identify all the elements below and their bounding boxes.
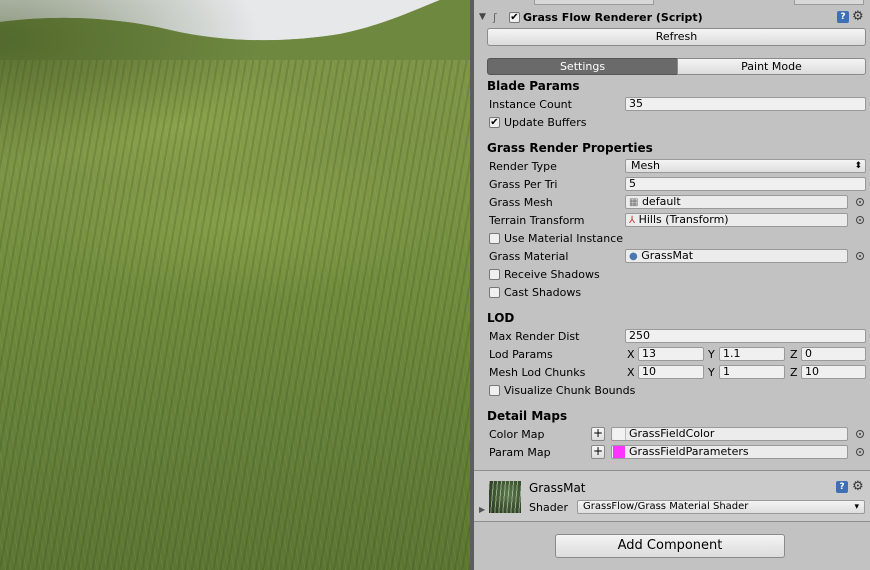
render-type-value: Mesh xyxy=(631,159,660,172)
render-type-dropdown[interactable]: Mesh ⬍ xyxy=(625,159,866,173)
foldout-arrow-icon[interactable]: ▼ xyxy=(479,12,486,22)
tab-paint-mode[interactable]: Paint Mode xyxy=(677,58,866,75)
color-map-field[interactable]: GrassFieldColor xyxy=(611,427,848,441)
camera-view-icon[interactable]: ◁ xyxy=(382,0,390,8)
material-name: GrassMat xyxy=(529,481,586,495)
transform-icon: ⅄ xyxy=(629,215,636,226)
section-header-render-properties: Grass Render Properties xyxy=(487,141,653,155)
section-header-blade-params: Blade Params xyxy=(487,79,580,93)
object-picker-icon[interactable] xyxy=(856,216,864,224)
param-map-swatch xyxy=(613,446,625,458)
gear-icon[interactable]: ⚙ xyxy=(852,9,864,24)
grass-mesh-label: Grass Mesh xyxy=(489,196,553,209)
visualize-chunk-bounds-checkbox[interactable] xyxy=(489,385,500,396)
terrain-transform-label: Terrain Transform xyxy=(489,214,585,227)
grass-per-tri-field[interactable]: 5 xyxy=(625,177,866,191)
object-picker-icon[interactable] xyxy=(856,430,864,438)
shader-label: Shader xyxy=(529,501,568,514)
material-header: ▶ GrassMat Shader GrassFlow/Grass Materi… xyxy=(474,471,870,521)
instance-count-label: Instance Count xyxy=(489,98,572,111)
lod-params-x-field[interactable]: 13 xyxy=(638,347,704,361)
material-preview-thumbnail xyxy=(489,481,521,513)
help-icon[interactable]: ? xyxy=(836,481,848,493)
tab-settings[interactable]: Settings xyxy=(487,58,678,75)
terrain-transform-field[interactable]: ⅄ Hills (Transform) xyxy=(625,213,848,227)
inspector-panel: ▼ ʃ ✔ Grass Flow Renderer (Script) ? ⚙ R… xyxy=(474,0,870,570)
object-picker-icon[interactable] xyxy=(856,448,864,456)
terrain-transform-value: Hills (Transform) xyxy=(638,213,729,226)
color-map-label: Color Map xyxy=(489,428,545,441)
mesh-lod-chunks-x-field[interactable]: 10 xyxy=(638,365,704,379)
perspective-label[interactable]: Persp xyxy=(393,0,423,9)
render-type-label: Render Type xyxy=(489,160,557,173)
color-map-add-button[interactable]: + xyxy=(591,427,605,441)
update-buffers-label: Update Buffers xyxy=(504,116,587,129)
shader-value: GrassFlow/Grass Material Shader xyxy=(583,501,749,512)
instance-count-field[interactable]: 35 xyxy=(625,97,866,111)
mesh-lod-chunks-label: Mesh Lod Chunks xyxy=(489,366,586,379)
mesh-lod-chunks-y-axis-label: Y xyxy=(708,366,715,379)
material-icon: ● xyxy=(629,251,638,262)
lod-params-y-field[interactable]: 1.1 xyxy=(719,347,785,361)
param-map-value: GrassFieldParameters xyxy=(629,445,749,458)
dropdown-arrow-icon: ⬍ xyxy=(854,161,862,171)
mesh-lod-chunks-x-axis-label: X xyxy=(627,366,635,379)
object-picker-icon[interactable] xyxy=(856,198,864,206)
visualize-chunk-bounds-label: Visualize Chunk Bounds xyxy=(504,384,636,397)
lod-params-y-axis-label: Y xyxy=(708,348,715,361)
dropdown-arrow-icon: ▾ xyxy=(854,502,859,512)
gear-icon[interactable]: ⚙ xyxy=(852,479,864,494)
component-enabled-checkbox[interactable]: ✔ xyxy=(509,12,520,23)
color-map-value: GrassFieldColor xyxy=(629,427,715,440)
previous-component-footer xyxy=(534,0,654,5)
receive-shadows-label: Receive Shadows xyxy=(504,268,600,281)
mesh-lod-chunks-z-axis-label: Z xyxy=(790,366,798,379)
lod-params-z-axis-label: Z xyxy=(790,348,798,361)
section-header-detail-maps: Detail Maps xyxy=(487,409,568,423)
shader-dropdown[interactable]: GrassFlow/Grass Material Shader ▾ xyxy=(577,500,865,514)
component-title: Grass Flow Renderer (Script) xyxy=(523,11,703,24)
update-buffers-checkbox[interactable]: ✔ xyxy=(489,117,500,128)
mesh-lod-chunks-z-field[interactable]: 10 xyxy=(801,365,866,379)
grass-mesh-value: default xyxy=(641,195,681,208)
grass-material-label: Grass Material xyxy=(489,250,569,263)
lod-params-x-axis-label: X xyxy=(627,348,635,361)
grass-material-field[interactable]: ● GrassMat xyxy=(625,249,848,263)
max-render-dist-label: Max Render Dist xyxy=(489,330,580,343)
add-component-button[interactable]: Add Component xyxy=(555,534,785,558)
material-divider xyxy=(474,521,870,522)
mesh-icon: ▦ xyxy=(629,197,639,208)
object-picker-icon[interactable] xyxy=(856,252,864,260)
scene-view[interactable]: ◁ Persp xyxy=(0,0,470,570)
expand-arrow-icon[interactable]: ▶ xyxy=(479,505,485,514)
cast-shadows-label: Cast Shadows xyxy=(504,286,582,299)
refresh-button[interactable]: Refresh xyxy=(487,28,866,46)
script-icon: ʃ xyxy=(493,11,497,24)
previous-component-footer-right xyxy=(794,0,864,5)
grass-per-tri-label: Grass Per Tri xyxy=(489,178,558,191)
color-map-swatch xyxy=(613,428,626,440)
mesh-lod-chunks-y-field[interactable]: 1 xyxy=(719,365,785,379)
max-render-dist-field[interactable]: 250 xyxy=(625,329,866,343)
grass-mesh-field[interactable]: ▦ default xyxy=(625,195,848,209)
cast-shadows-checkbox[interactable] xyxy=(489,287,500,298)
hill-shadow xyxy=(0,0,470,570)
receive-shadows-checkbox[interactable] xyxy=(489,269,500,280)
lod-params-label: Lod Params xyxy=(489,348,553,361)
section-header-lod: LOD xyxy=(487,311,515,325)
help-icon[interactable]: ? xyxy=(837,11,849,23)
param-map-add-button[interactable]: + xyxy=(591,445,605,459)
param-map-field[interactable]: GrassFieldParameters xyxy=(611,445,848,459)
use-material-instance-label: Use Material Instance xyxy=(504,232,624,245)
use-material-instance-checkbox[interactable] xyxy=(489,233,500,244)
param-map-label: Param Map xyxy=(489,446,551,459)
lod-params-z-field[interactable]: 0 xyxy=(801,347,866,361)
grass-material-value: GrassMat xyxy=(641,249,694,262)
